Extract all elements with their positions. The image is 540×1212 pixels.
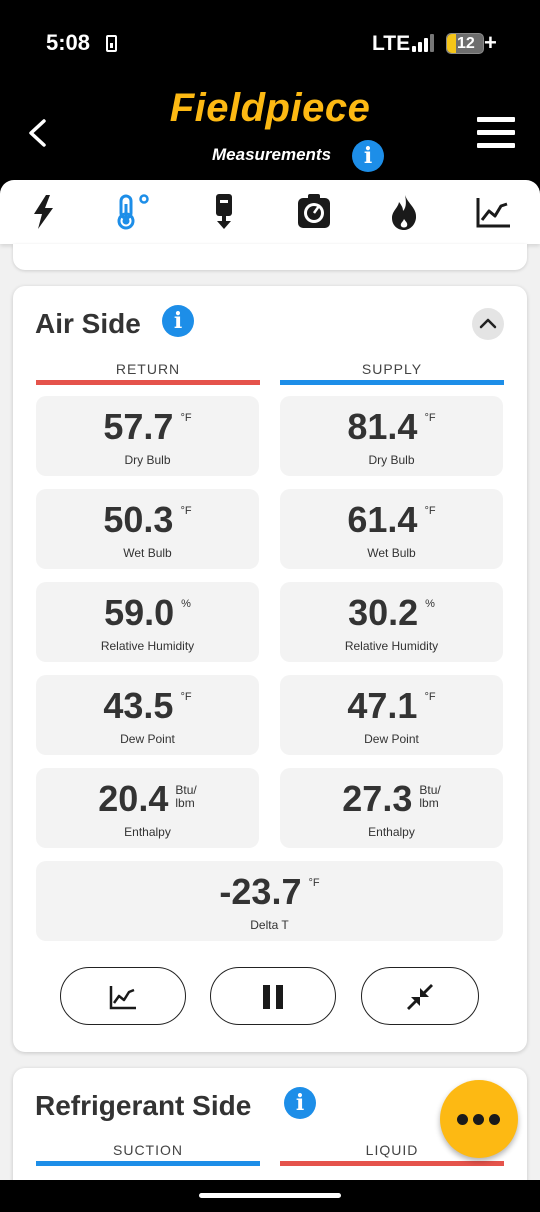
unit: Btu/lbm <box>419 783 441 810</box>
pause-icon <box>263 985 283 1009</box>
value: 20.4 <box>98 778 169 819</box>
supply-wet-bulb-tile: 61.4 °F Wet Bulb <box>280 489 503 569</box>
supply-dry-bulb-tile: 81.4 °F Dry Bulb <box>280 396 503 476</box>
refrigerant-info-icon[interactable]: i <box>284 1087 316 1119</box>
dot <box>473 1114 484 1125</box>
return-label: RETURN <box>115 361 181 377</box>
charging-plus-icon: + <box>484 30 497 55</box>
value: 57.7 <box>103 406 174 447</box>
label: Wet Bulb <box>123 546 172 560</box>
supply-label: SUPPLY <box>361 361 423 377</box>
network-type: LTE <box>372 32 411 55</box>
unit: °F <box>424 505 436 517</box>
air-side-title: Air Side <box>35 308 141 339</box>
air-side-card: Air Side i RETURN SUPPLY 57.7 °F Dry Bulb… <box>13 286 527 1052</box>
value: 27.3 <box>342 778 413 819</box>
value: 47.1 <box>347 685 418 726</box>
unit: °F <box>308 877 320 889</box>
value: 81.4 <box>347 406 418 447</box>
label: Relative Humidity <box>344 639 439 653</box>
value: 43.5 <box>103 685 174 726</box>
label: Dew Point <box>364 732 419 746</box>
dot <box>457 1114 468 1125</box>
unit: °F <box>424 691 436 703</box>
return-dew-point-tile: 43.5 °F Dew Point <box>36 675 259 755</box>
previous-card <box>13 244 527 270</box>
unit: Btu/lbm <box>175 783 197 810</box>
supply-dew-point-tile: 47.1 °F Dew Point <box>280 675 503 755</box>
supply-bar <box>280 380 504 385</box>
supply-enthalpy-tile: 27.3 Btu/lbm Enthalpy <box>280 768 503 848</box>
minimize-button[interactable] <box>361 967 479 1025</box>
refrigerant-side-title: Refrigerant Side <box>35 1090 252 1121</box>
return-enthalpy-tile: 20.4 Btu/lbm Enthalpy <box>36 768 259 848</box>
tab-temperature[interactable] <box>114 192 154 232</box>
label: Enthalpy <box>124 825 171 839</box>
supply-rh-tile: 30.2% Relative Humidity <box>280 582 503 662</box>
return-dry-bulb-tile: 57.7 °F Dry Bulb <box>36 396 259 476</box>
unit: °F <box>424 412 436 424</box>
fieldpiece-logo: Fieldpiece <box>169 86 371 130</box>
label: Enthalpy <box>368 825 415 839</box>
delta-t-tile: -23.7 °F Delta T <box>36 861 503 941</box>
value: 59.0 <box>104 592 175 633</box>
label: Dew Point <box>120 732 175 746</box>
menu-button[interactable] <box>477 117 515 149</box>
tab-combustion[interactable] <box>384 192 424 232</box>
more-options-button[interactable] <box>440 1080 518 1158</box>
app-header: 5:08 LTE 12 + Fieldpiece Measurements i <box>0 0 540 195</box>
chart-button[interactable] <box>60 967 186 1025</box>
air-side-info-icon[interactable]: i <box>162 305 194 337</box>
measurement-tabs <box>0 180 540 244</box>
label: Delta T <box>250 918 289 932</box>
unit: % <box>181 598 191 610</box>
unit: °F <box>180 412 192 424</box>
pause-button[interactable] <box>210 967 336 1025</box>
chart-icon <box>109 986 136 1010</box>
unit: °F <box>180 691 192 703</box>
dot <box>489 1114 500 1125</box>
return-rh-tile: 59.0% Relative Humidity <box>36 582 259 662</box>
unit: °F <box>180 505 192 517</box>
label: Wet Bulb <box>367 546 416 560</box>
value: 50.3 <box>103 499 174 540</box>
collapse-button[interactable] <box>472 308 504 340</box>
signal-icon <box>412 34 438 52</box>
tab-probe[interactable] <box>204 192 244 232</box>
tab-gauges[interactable] <box>294 192 334 232</box>
suction-label: SUCTION <box>113 1142 183 1158</box>
value: 61.4 <box>347 499 418 540</box>
return-wet-bulb-tile: 50.3 °F Wet Bulb <box>36 489 259 569</box>
liquid-bar <box>280 1161 504 1166</box>
minimize-icon <box>407 984 433 1010</box>
tab-charts[interactable] <box>474 192 514 232</box>
label: Relative Humidity <box>100 639 195 653</box>
battery-icon: 12 <box>446 33 484 54</box>
return-bar <box>36 380 260 385</box>
value: 30.2 <box>348 592 419 633</box>
home-indicator[interactable] <box>199 1193 341 1198</box>
battery-saver-icon <box>106 35 117 52</box>
status-time: 5:08 <box>46 30 91 55</box>
info-icon[interactable]: i <box>352 140 384 172</box>
suction-bar <box>36 1161 260 1166</box>
label: Dry Bulb <box>124 453 171 467</box>
battery-level: 12 <box>457 35 475 52</box>
value: -23.7 <box>219 871 302 912</box>
tab-electrical[interactable] <box>24 192 64 232</box>
label: Dry Bulb <box>368 453 415 467</box>
unit: % <box>425 598 435 610</box>
page-title: Measurements <box>212 145 332 164</box>
